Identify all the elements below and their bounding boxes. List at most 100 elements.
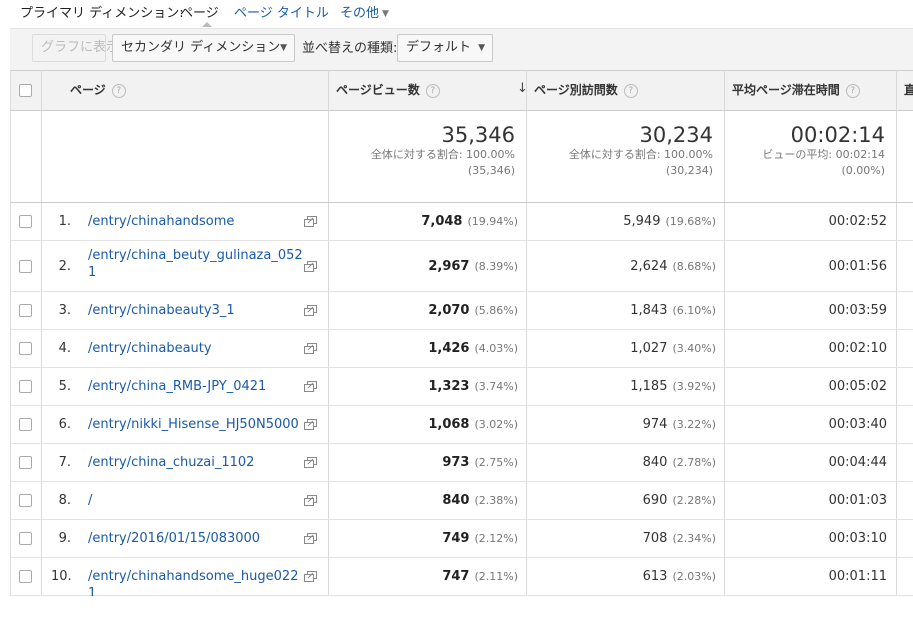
total-unique-pageviews-share: 全体に対する割合: 100.00%: [568, 148, 713, 161]
pageviews-header-label: ページビュー数: [336, 83, 420, 97]
table-toolbar: グラフに表示 セカンダリ ディメンション ▼ 並べ替えの種類: デフォルト ▼: [10, 28, 913, 71]
pageviews-cell: 2,967 (8.39%): [330, 258, 518, 275]
column-header-avg-time[interactable]: 平均ページ滞在時間?: [732, 71, 860, 110]
total-avg-time-pct: (0.00%): [841, 164, 885, 177]
dimension-option-other[interactable]: その他 ▼: [340, 0, 389, 28]
table-row[interactable]: 10. /entry/chinahandsome_huge0221 747 (2.11…: [11, 558, 913, 596]
secondary-dimension-label: セカンダリ ディメンション: [121, 40, 281, 55]
row-checkbox[interactable]: [19, 380, 32, 393]
page-link[interactable]: /entry/chinahandsome_huge0221: [88, 568, 303, 596]
dimension-option-page[interactable]: ページ: [180, 0, 219, 28]
unique-pageviews-value: 5,949: [623, 214, 661, 229]
total-avg-time-value: 00:02:14: [790, 123, 885, 147]
total-avg-time: 00:02:14 ビューの平均: 00:02:14 (0.00%): [727, 123, 885, 179]
pageviews-cell: 840 (2.38%): [330, 492, 518, 509]
table-row[interactable]: 9. /entry/2016/01/15/083000 749 (2.12%) 708 (…: [11, 520, 913, 558]
table-row[interactable]: 1. /entry/chinahandsome 7,048 (19.94%) 5,949…: [11, 203, 913, 241]
pageviews-cell: 7,048 (19.94%): [330, 213, 518, 230]
page-link[interactable]: /: [88, 492, 303, 509]
sort-type-label: 並べ替えの種類:: [302, 41, 398, 56]
row-checkbox[interactable]: [19, 215, 32, 228]
unique-pageviews-cell: 1,027 (3.40%): [528, 340, 716, 357]
open-external-icon[interactable]: [304, 305, 317, 316]
open-external-icon[interactable]: [304, 533, 317, 544]
unique-pageviews-cell: 1,843 (6.10%): [528, 302, 716, 319]
pageviews-value: 749: [442, 531, 470, 546]
avg-time-value: 00:03:59: [828, 303, 887, 318]
row-checkbox[interactable]: [19, 494, 32, 507]
avg-time-value: 00:03:10: [828, 531, 887, 546]
plot-rows-button[interactable]: グラフに表示: [32, 34, 119, 62]
table-row[interactable]: 2. /entry/china_beuty_gulinaza_0521 2,967 (…: [11, 241, 913, 292]
pageviews-percent: (2.12%): [474, 532, 518, 545]
open-external-icon[interactable]: [304, 457, 317, 468]
open-external-icon[interactable]: [304, 495, 317, 506]
page-header-label: ページ: [70, 83, 106, 97]
table-row[interactable]: 4. /entry/chinabeauty 1,426 (4.03%) 1,027 (3.…: [11, 330, 913, 368]
row-number: 2.: [58, 259, 71, 274]
pageviews-cell: 1,068 (3.02%): [330, 416, 518, 433]
table-row[interactable]: 7. /entry/china_chuzai_1102 973 (2.75%) 840 (…: [11, 444, 913, 482]
pageviews-percent: (4.03%): [474, 342, 518, 355]
open-external-icon[interactable]: [304, 381, 317, 392]
unique-pageviews-value: 840: [642, 455, 668, 470]
avg-time-value: 00:01:03: [828, 493, 887, 508]
help-icon[interactable]: ?: [425, 84, 440, 98]
table-row[interactable]: 3. /entry/chinabeauty3_1 2,070 (5.86%) 1,843…: [11, 292, 913, 330]
open-external-icon[interactable]: [304, 419, 317, 430]
pageviews-value: 1,323: [428, 379, 470, 394]
page-link[interactable]: /entry/chinabeauty: [88, 340, 303, 357]
unique-pageviews-percent: (2.28%): [672, 494, 716, 507]
row-checkbox[interactable]: [19, 532, 32, 545]
table-row[interactable]: 6. /entry/nikki_Hisense_HJ50N5000 1,068 (3.…: [11, 406, 913, 444]
page-link[interactable]: /entry/chinabeauty3_1: [88, 302, 303, 319]
total-unique-pageviews: 30,234 全体に対する割合: 100.00% (30,234): [529, 123, 713, 179]
table-row[interactable]: 5./entry/china_RMB-JPY_0421 1,323 (3.74%) 1…: [11, 368, 913, 406]
unique-pageviews-percent: (19.68%): [665, 215, 716, 228]
column-header-page[interactable]: ページ?: [70, 71, 126, 110]
page-link[interactable]: /entry/2016/01/15/083000: [88, 530, 303, 547]
pageviews-value: 973: [442, 455, 470, 470]
total-pageviews: 35,346 全体に対する割合: 100.00% (35,346): [331, 123, 515, 179]
row-checkbox[interactable]: [19, 456, 32, 469]
column-header-pageviews[interactable]: ページビュー数?: [336, 71, 440, 110]
chevron-down-icon: ▼: [280, 43, 287, 53]
page-link[interactable]: /entry/chinahandsome: [88, 213, 303, 230]
row-checkbox[interactable]: [19, 418, 32, 431]
unique-pageviews-cell: 974 (3.22%): [528, 416, 716, 433]
open-external-icon[interactable]: [304, 261, 317, 272]
page-link[interactable]: /entry/china_beuty_gulinaza_0521: [88, 247, 303, 281]
row-checkbox[interactable]: [19, 260, 32, 273]
open-external-icon[interactable]: [304, 343, 317, 354]
pageviews-cell: 2,070 (5.86%): [330, 302, 518, 319]
select-all-checkbox[interactable]: [19, 84, 32, 97]
row-checkbox[interactable]: [19, 304, 32, 317]
table-header: ページ? ページビュー数? ↓ ページ別訪問数? 平均ページ滞在時間? 直: [11, 70, 913, 111]
avg-time-value: 00:05:02: [828, 379, 887, 394]
pageviews-value: 2,070: [428, 303, 470, 318]
help-icon[interactable]: ?: [111, 84, 126, 98]
column-header-next[interactable]: 直: [904, 71, 913, 110]
secondary-dimension-dropdown[interactable]: セカンダリ ディメンション ▼: [112, 34, 295, 62]
column-header-unique-pageviews[interactable]: ページ別訪問数?: [534, 71, 638, 110]
pageviews-value: 747: [442, 569, 470, 584]
page-link[interactable]: /entry/china_chuzai_1102: [88, 454, 303, 471]
help-icon[interactable]: ?: [623, 84, 638, 98]
row-checkbox[interactable]: [19, 342, 32, 355]
open-external-icon[interactable]: [304, 571, 317, 582]
pageviews-cell: 749 (2.12%): [330, 530, 518, 547]
row-checkbox[interactable]: [19, 570, 32, 583]
avg-time-value: 00:04:44: [828, 455, 887, 470]
help-icon[interactable]: ?: [845, 84, 860, 98]
pageviews-percent: (3.02%): [474, 418, 518, 431]
sort-type-dropdown[interactable]: デフォルト ▼: [397, 34, 493, 62]
dimension-option-page-title[interactable]: ページ タイトル: [234, 0, 329, 28]
row-number: 7.: [58, 455, 71, 470]
other-label: その他: [340, 6, 380, 21]
page-link[interactable]: /entry/nikki_Hisense_HJ50N5000: [88, 416, 303, 433]
page-link[interactable]: /entry/china_RMB-JPY_0421: [88, 378, 303, 395]
unique-pageviews-percent: (2.03%): [672, 570, 716, 583]
table-row[interactable]: 8. / 840 (2.38%) 690 (2.28%) 00:01:03: [11, 482, 913, 520]
open-external-icon[interactable]: [304, 216, 317, 227]
unique-pageviews-cell: 2,624 (8.68%): [528, 258, 716, 275]
